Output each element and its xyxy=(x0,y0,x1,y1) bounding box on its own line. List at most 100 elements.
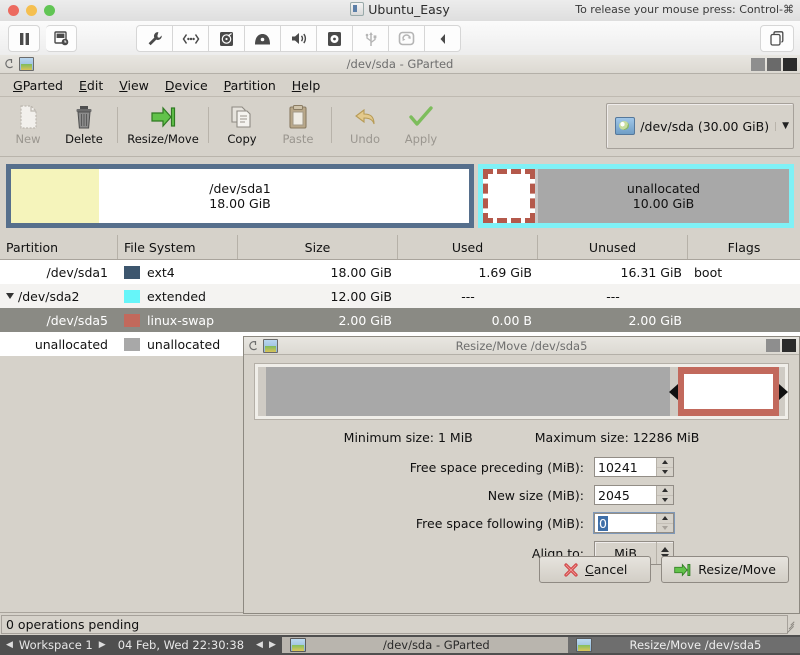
cell-unused: 2.00 GiB xyxy=(628,312,682,328)
paste-button[interactable]: Paste xyxy=(270,99,326,151)
stepper-up-icon[interactable] xyxy=(657,514,673,524)
window-list-nav[interactable]: ◀ ▶ xyxy=(250,635,282,655)
gparted-minimize-button[interactable] xyxy=(751,58,765,71)
usb-button[interactable] xyxy=(353,25,389,52)
graphic-partition-sda1[interactable]: /dev/sda1 18.00 GiB xyxy=(6,164,474,228)
dialog-partition-graphic[interactable] xyxy=(254,363,789,420)
apply-button[interactable]: Apply xyxy=(393,99,449,151)
free-space-following-value: 0 xyxy=(598,515,608,531)
collapse-button[interactable] xyxy=(425,25,461,52)
stepper-down-icon[interactable] xyxy=(657,468,673,477)
free-space-following-stepper[interactable] xyxy=(656,514,673,532)
graphic-sda1-label: /dev/sda1 18.00 GiB xyxy=(11,169,469,223)
resize-move-button[interactable]: Resize/Move xyxy=(123,99,203,151)
toolbar-separator-2 xyxy=(208,107,209,143)
cell-partition-label: /dev/sda2 xyxy=(18,288,80,304)
stepper-up-icon[interactable] xyxy=(657,458,673,468)
free-space-preceding-value[interactable]: 10241 xyxy=(595,458,656,476)
gparted-maximize-button[interactable] xyxy=(767,58,781,71)
table-row[interactable]: /dev/sda2 extended 12.00 GiB --- --- xyxy=(0,284,800,308)
right-resize-handle-icon[interactable] xyxy=(779,383,788,400)
expander-triangle-icon[interactable] xyxy=(6,293,14,299)
taskbar-window-resize-dialog[interactable]: Resize/Move /dev/sda5 xyxy=(567,637,800,653)
free-space-following-input[interactable]: 0 xyxy=(593,512,675,534)
left-resize-handle-icon[interactable] xyxy=(669,383,678,400)
device-disk-icon xyxy=(615,117,636,135)
workspace-switcher[interactable]: ◀ Workspace 1 ▶ xyxy=(0,635,112,655)
new-file-icon xyxy=(15,104,41,130)
device-selector[interactable]: /dev/sda (30.00 GiB) ▼ xyxy=(606,103,794,149)
stepper-down-icon[interactable] xyxy=(657,524,673,533)
graphic-partition-unallocated[interactable]: unallocated 10.00 GiB xyxy=(538,169,789,223)
cell-unused: 16.31 GiB xyxy=(620,264,683,280)
delete-partition-button[interactable]: Delete xyxy=(56,99,112,151)
paste-icon xyxy=(285,104,311,130)
column-header-flags[interactable]: Flags xyxy=(688,235,800,259)
menu-device[interactable]: Device xyxy=(158,76,215,95)
menu-gparted[interactable]: GParted xyxy=(6,76,70,95)
shared-folders-button[interactable] xyxy=(389,25,425,52)
window-next-icon[interactable]: ▶ xyxy=(269,640,276,650)
stepper-up-icon[interactable] xyxy=(657,486,673,496)
graphic-partition-sda5[interactable] xyxy=(483,169,535,223)
free-space-following-value-wrap[interactable]: 0 xyxy=(595,514,656,532)
workspace-next-icon[interactable]: ▶ xyxy=(99,640,106,650)
free-space-preceding-stepper[interactable] xyxy=(656,458,673,476)
fullscreen-button[interactable] xyxy=(760,25,794,52)
gparted-window-buttons[interactable] xyxy=(751,58,797,71)
wrench-icon xyxy=(148,31,162,45)
resize-grip[interactable] xyxy=(784,619,798,634)
dialog-partition-block[interactable] xyxy=(678,367,779,416)
floppy-button[interactable] xyxy=(245,25,281,52)
dialog-title-bar[interactable]: Resize/Move /dev/sda5 xyxy=(244,337,799,355)
workspace-prev-icon[interactable]: ◀ xyxy=(6,640,13,650)
taskbar-window-gparted[interactable]: /dev/sda - GParted xyxy=(281,637,568,653)
harddisk-button[interactable] xyxy=(209,25,245,52)
column-header-partition[interactable]: Partition xyxy=(0,235,118,259)
menu-view[interactable]: View xyxy=(112,76,156,95)
new-size-value[interactable]: 2045 xyxy=(595,486,656,504)
cell-partition: /dev/sda1 xyxy=(46,264,108,280)
gparted-taskbar-icon xyxy=(289,638,306,652)
column-header-used[interactable]: Used xyxy=(398,235,538,259)
column-header-filesystem[interactable]: File System xyxy=(118,235,238,259)
gparted-close-button[interactable] xyxy=(783,58,797,71)
resize-move-confirm-button[interactable]: Resize/Move xyxy=(661,556,789,583)
dialog-minimize-button[interactable] xyxy=(766,339,780,352)
table-row[interactable]: /dev/sda1 ext4 18.00 GiB 1.69 GiB 16.31 … xyxy=(0,260,800,284)
column-header-unused[interactable]: Unused xyxy=(538,235,688,259)
vm-toolbar-device-group xyxy=(136,25,461,52)
dialog-size-limits: Minimum size: 1 MiB Maximum size: 12286 … xyxy=(254,430,789,445)
audio-button[interactable] xyxy=(281,25,317,52)
menu-partition[interactable]: Partition xyxy=(217,76,283,95)
gparted-title-bar[interactable]: /dev/sda - GParted xyxy=(0,55,800,74)
dialog-window-buttons[interactable] xyxy=(766,339,796,352)
cell-size: 12.00 GiB xyxy=(330,288,393,304)
stepper-down-icon[interactable] xyxy=(657,496,673,505)
graphic-unallocated-size: 10.00 GiB xyxy=(632,196,695,211)
pause-button[interactable] xyxy=(8,25,40,52)
menu-edit[interactable]: Edit xyxy=(72,76,110,95)
clock[interactable]: 04 Feb, Wed 22:30:38 xyxy=(112,635,250,655)
settings-button[interactable] xyxy=(136,25,173,52)
column-header-size[interactable]: Size xyxy=(238,235,398,259)
copy-button[interactable]: Copy xyxy=(214,99,270,151)
network-button[interactable] xyxy=(173,25,209,52)
window-prev-icon[interactable]: ◀ xyxy=(256,640,263,650)
menu-help[interactable]: Help xyxy=(285,76,328,95)
dialog-close-button[interactable] xyxy=(782,339,796,352)
new-size-input[interactable]: 2045 xyxy=(594,485,674,505)
table-row[interactable]: /dev/sda5 linux-swap 2.00 GiB 0.00 B 2.0… xyxy=(0,308,800,332)
resize-move-confirm-label: Resize/Move xyxy=(698,562,776,577)
graphic-sda1-size: 18.00 GiB xyxy=(209,196,271,211)
graphic-partition-extended[interactable]: unallocated 10.00 GiB xyxy=(478,164,794,228)
new-partition-button[interactable]: New xyxy=(0,99,56,151)
chevron-down-icon[interactable]: ▼ xyxy=(775,121,789,131)
cancel-button[interactable]: Cancel xyxy=(539,556,652,583)
undo-button[interactable]: Undo xyxy=(337,99,393,151)
snapshot-button[interactable] xyxy=(46,25,77,52)
optical-button[interactable] xyxy=(317,25,353,52)
free-space-preceding-input[interactable]: 10241 xyxy=(594,457,674,477)
new-size-stepper[interactable] xyxy=(656,486,673,504)
cell-flags: boot xyxy=(694,264,723,280)
